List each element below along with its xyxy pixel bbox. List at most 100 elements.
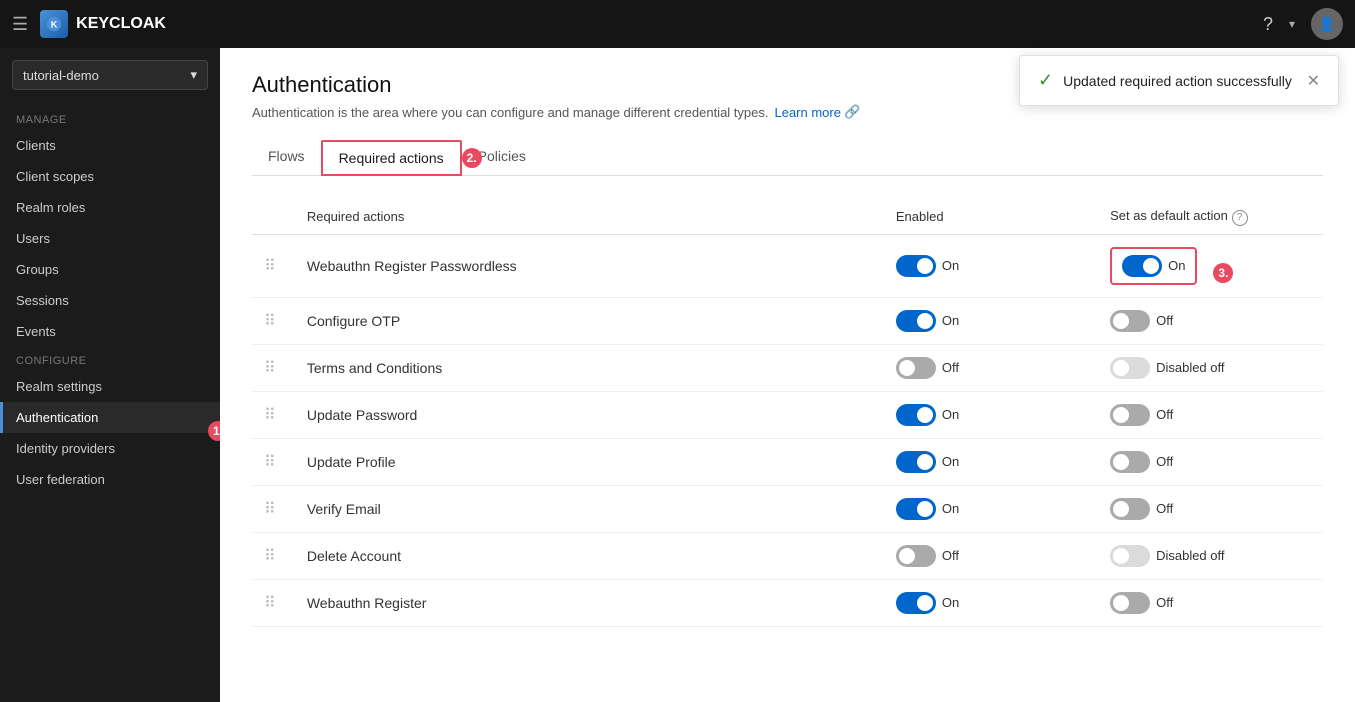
default-toggle-wrapper: Off [1110, 404, 1311, 426]
default-label: Off [1156, 501, 1173, 516]
sidebar-label-realm-roles: Realm roles [16, 200, 85, 215]
manage-section-label: Manage [0, 106, 220, 130]
sidebar-label-clients: Clients [16, 138, 56, 153]
page-description: Authentication is the area where you can… [252, 104, 1323, 120]
default-toggle[interactable] [1122, 255, 1162, 277]
tab-required-actions[interactable]: Required actions 2. [321, 140, 462, 176]
action-name: Terms and Conditions [295, 344, 884, 391]
navbar-dropdown-arrow[interactable]: ▾ [1289, 17, 1295, 31]
sidebar-label-authentication: Authentication [16, 410, 98, 425]
svg-text:K: K [51, 20, 58, 30]
enabled-toggle[interactable] [896, 451, 936, 473]
sidebar-item-clients[interactable]: Clients [0, 130, 220, 161]
enabled-toggle[interactable] [896, 357, 936, 379]
sidebar-label-events: Events [16, 324, 56, 339]
step-2-badge: 2. [462, 148, 482, 168]
enabled-label: On [942, 454, 959, 469]
action-name: Update Password [295, 391, 884, 438]
sidebar-label-realm-settings: Realm settings [16, 379, 102, 394]
drag-handle[interactable]: ⠿ [264, 548, 276, 565]
enabled-label: Off [942, 360, 959, 375]
sidebar-label-sessions: Sessions [16, 293, 69, 308]
drag-handle[interactable]: ⠿ [264, 258, 276, 275]
realm-name: tutorial-demo [23, 68, 99, 83]
sidebar-item-realm-roles[interactable]: Realm roles [0, 192, 220, 223]
sidebar-item-sessions[interactable]: Sessions [0, 285, 220, 316]
brand-name: KEYCLOAK [76, 15, 166, 33]
default-label: Disabled off [1156, 548, 1224, 563]
enabled-toggle[interactable] [896, 255, 936, 277]
help-button[interactable]: ? [1263, 14, 1273, 35]
sidebar-item-users[interactable]: Users [0, 223, 220, 254]
drag-handle[interactable]: ⠿ [264, 501, 276, 518]
sidebar-item-realm-settings[interactable]: Realm settings [0, 371, 220, 402]
enabled-label: On [942, 407, 959, 422]
enabled-label: On [942, 501, 959, 516]
table-row: ⠿ Update Password On Off [252, 391, 1323, 438]
default-label: Off [1156, 454, 1173, 469]
enabled-toggle[interactable] [896, 498, 936, 520]
drag-handle[interactable]: ⠿ [264, 407, 276, 424]
sidebar-label-identity-providers: Identity providers [16, 441, 115, 456]
toast-notification: ✓ Updated required action successfully ✕ [1019, 55, 1339, 106]
default-label: Disabled off [1156, 360, 1224, 375]
default-label: On [1168, 258, 1185, 273]
default-toggle-wrapper: Off [1110, 498, 1311, 520]
sidebar-item-identity-providers[interactable]: Identity providers [0, 433, 220, 464]
enabled-toggle[interactable] [896, 310, 936, 332]
default-toggle[interactable] [1110, 310, 1150, 332]
toast-success-icon: ✓ [1038, 70, 1053, 91]
default-toggle-wrapper: Off [1110, 310, 1311, 332]
action-name: Delete Account [295, 532, 884, 579]
enabled-toggle-wrapper: On [896, 404, 1086, 426]
external-link-icon: 🔗 [844, 104, 860, 120]
sidebar-item-groups[interactable]: Groups [0, 254, 220, 285]
sidebar-item-client-scopes[interactable]: Client scopes [0, 161, 220, 192]
default-toggle [1110, 545, 1150, 567]
drag-handle[interactable]: ⠿ [264, 360, 276, 377]
realm-selector[interactable]: tutorial-demo ▾ [12, 60, 208, 90]
enabled-toggle-wrapper: On [896, 592, 1086, 614]
toast-close-button[interactable]: ✕ [1307, 71, 1320, 91]
default-toggle[interactable] [1110, 404, 1150, 426]
default-toggle [1110, 357, 1150, 379]
drag-handle[interactable]: ⠿ [264, 313, 276, 330]
enabled-toggle[interactable] [896, 545, 936, 567]
default-toggle[interactable] [1110, 498, 1150, 520]
enabled-toggle[interactable] [896, 404, 936, 426]
sidebar-item-events[interactable]: Events [0, 316, 220, 347]
default-toggle[interactable] [1110, 592, 1150, 614]
drag-handle[interactable]: ⠿ [264, 454, 276, 471]
default-label: Off [1156, 313, 1173, 328]
drag-handle[interactable]: ⠿ [264, 595, 276, 612]
realm-dropdown-arrow: ▾ [190, 67, 197, 83]
default-toggle[interactable] [1110, 451, 1150, 473]
enabled-label: Off [942, 548, 959, 563]
tabs-bar: Flows Required actions 2. Policies [252, 140, 1323, 176]
default-label: Off [1156, 595, 1173, 610]
table-row: ⠿ Terms and Conditions Off Disabled off [252, 344, 1323, 391]
default-action-help-icon[interactable]: ? [1232, 210, 1248, 226]
hamburger-icon[interactable]: ☰ [12, 14, 28, 35]
sidebar-item-authentication[interactable]: Authentication 1. [0, 402, 220, 433]
sidebar-label-groups: Groups [16, 262, 59, 277]
learn-more-link[interactable]: Learn more 🔗 [774, 104, 860, 120]
enabled-toggle-wrapper: On [896, 498, 1086, 520]
sidebar-item-user-federation[interactable]: User federation [0, 464, 220, 495]
enabled-label: On [942, 313, 959, 328]
navbar-right: ? ▾ 👤 [1263, 8, 1343, 40]
default-toggle-wrapper: Disabled off [1110, 357, 1311, 379]
avatar[interactable]: 👤 [1311, 8, 1343, 40]
step-3-badge: 3. [1213, 263, 1233, 283]
default-toggle-wrapper: Off [1110, 451, 1311, 473]
enabled-label: On [942, 595, 959, 610]
tab-flows[interactable]: Flows [252, 140, 321, 176]
action-name: Configure OTP [295, 297, 884, 344]
enabled-toggle[interactable] [896, 592, 936, 614]
enabled-toggle-wrapper: Off [896, 357, 1086, 379]
table-row: ⠿ Delete Account Off Disabled off [252, 532, 1323, 579]
default-toggle-wrapper: Off [1110, 592, 1311, 614]
default-label: Off [1156, 407, 1173, 422]
keycloak-logo-icon: K [40, 10, 68, 38]
enabled-toggle-wrapper: On [896, 310, 1086, 332]
